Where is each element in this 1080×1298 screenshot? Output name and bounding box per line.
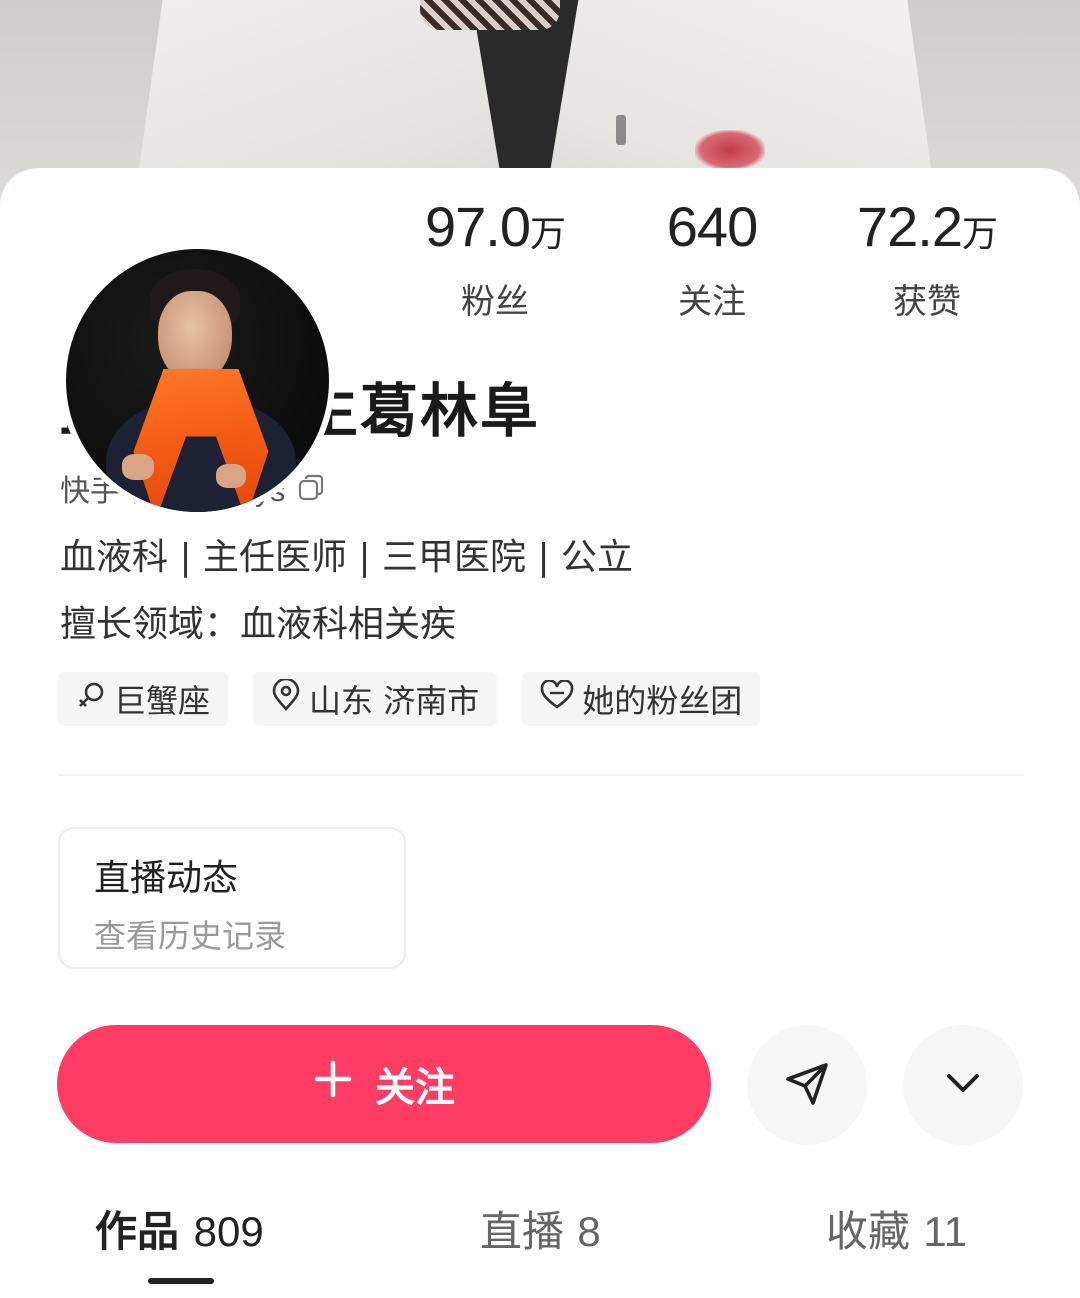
live-history-title: 直播动态: [94, 858, 239, 899]
stat-likes-unit: 万: [961, 213, 998, 254]
stat-fans-label: 粉丝: [461, 281, 529, 322]
send-icon: [783, 1059, 831, 1111]
female-icon: [76, 680, 106, 718]
tab-live-count: 8: [577, 1208, 601, 1255]
tab-works-label: 作品: [95, 1207, 180, 1256]
divider: [58, 774, 1024, 776]
bio-line-1: 血液科 | 主任医师 | 三甲医院 | 公立: [60, 537, 634, 578]
avatar[interactable]: [60, 243, 335, 518]
share-button[interactable]: [747, 1025, 867, 1145]
tag-constellation[interactable]: 巨蟹座: [58, 672, 229, 726]
follow-button-label: 关注: [375, 1065, 455, 1111]
tag-fan-club-label: 她的粉丝团: [582, 682, 743, 720]
tab-live[interactable]: 直播 8: [480, 1198, 601, 1259]
chevron-down-icon: [941, 1061, 985, 1109]
stat-fans-unit: 万: [529, 213, 566, 254]
stat-following-label: 关注: [678, 281, 746, 322]
tab-works[interactable]: 作品 809: [95, 1198, 264, 1259]
tab-live-label: 直播: [480, 1207, 565, 1256]
live-history-subtitle: 查看历史记录: [94, 917, 287, 955]
live-history-card[interactable]: 直播动态 查看历史记录: [58, 827, 406, 969]
stat-following[interactable]: 640 关注: [612, 196, 812, 323]
heart-icon: [540, 679, 574, 718]
tab-favorites-count: 11: [923, 1208, 967, 1255]
tab-favorites[interactable]: 收藏 11: [826, 1198, 967, 1259]
tag-fan-club[interactable]: 她的粉丝团: [522, 672, 761, 726]
plus-icon: [313, 1059, 353, 1109]
more-button[interactable]: [903, 1025, 1023, 1145]
tag-constellation-label: 巨蟹座: [114, 682, 211, 720]
content-tabs: 作品 809 直播 8 收藏 11: [0, 1198, 1080, 1298]
stat-likes-value: 72.2: [856, 195, 963, 258]
location-pin-icon: [271, 677, 301, 719]
active-tab-indicator: [148, 1278, 214, 1284]
profile-tags: 巨蟹座 山东 济南市 她的粉丝团: [58, 672, 761, 726]
stat-likes-label: 获赞: [893, 281, 961, 322]
tag-location-label: 山东 济南市: [309, 682, 480, 720]
stat-fans-value: 97.0: [424, 195, 531, 258]
tab-favorites-label: 收藏: [826, 1207, 911, 1256]
stat-fans[interactable]: 97.0万 粉丝: [395, 196, 595, 323]
copy-icon[interactable]: [297, 474, 325, 502]
profile-card: 97.0万 粉丝 640 关注 72.2万 获赞 血液病医生葛林阜 快手号: g…: [0, 168, 1080, 1298]
bio-line-2: 擅长领域：血液科相关疾: [60, 604, 457, 645]
follow-button[interactable]: 关注: [57, 1025, 711, 1143]
stat-following-value: 640: [666, 195, 758, 258]
tag-location[interactable]: 山东 济南市: [253, 672, 498, 726]
tab-works-count: 809: [193, 1208, 264, 1255]
stat-likes[interactable]: 72.2万 获赞: [827, 196, 1027, 323]
